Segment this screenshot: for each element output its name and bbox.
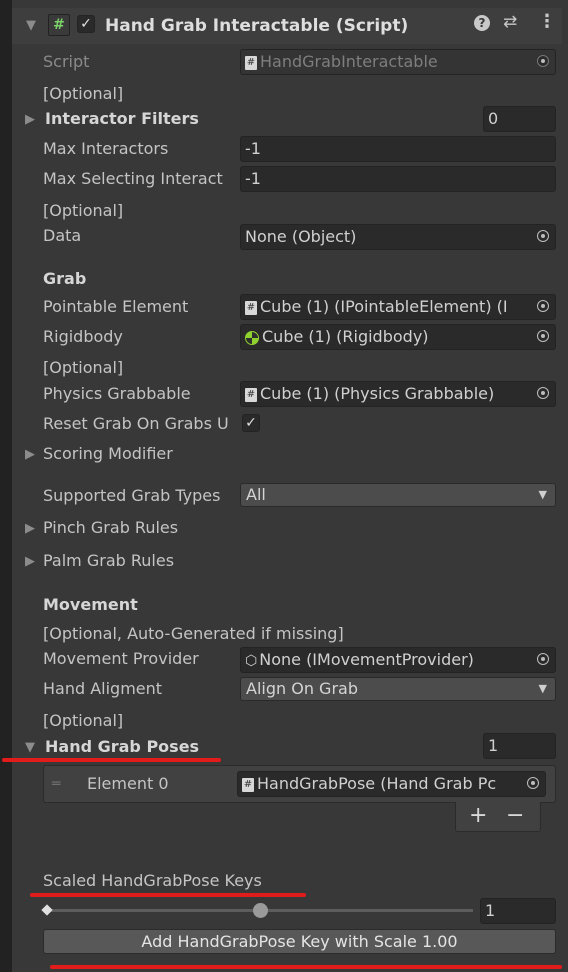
optional-label: [Optional] [43,358,124,377]
left-gutter [0,0,12,972]
scoring-modifier-label[interactable]: Scoring Modifier [43,444,173,463]
pinch-grab-rules-label[interactable]: Pinch Grab Rules [43,518,178,537]
remove-element-button[interactable]: − [506,803,524,828]
object-picker-icon[interactable] [537,230,549,242]
reset-grab-checkbox[interactable]: ✓ [242,414,260,432]
script-file-icon: # [242,777,254,792]
scale-value-field[interactable]: 1 [480,898,556,924]
pointable-element-value: Cube (1) (IPointableElement) (I [260,297,508,316]
optional-auto-label: [Optional, Auto-Generated if missing] [43,624,344,643]
movement-provider-label: Movement Provider [43,649,199,668]
max-interactors-field[interactable]: -1 [240,136,556,162]
supported-grab-types-dropdown[interactable]: All ▼ [240,483,556,507]
rigidbody-field[interactable]: Cube (1) (Rigidbody) [240,324,556,350]
foldout-arrow-icon[interactable]: ▶ [25,112,35,127]
grab-header: Grab [43,269,87,288]
data-value: None (Object) [245,227,357,246]
help-icon[interactable]: ? [474,15,490,31]
add-element-button[interactable]: + [469,803,487,828]
annotation-underline [2,758,221,762]
presets-icon[interactable]: ⇄ [503,12,517,32]
object-picker-icon[interactable] [537,653,549,665]
object-picker-icon[interactable] [537,387,549,399]
cube-icon: ⬡ [245,652,258,669]
kebab-menu-icon[interactable]: ⋮ [538,11,556,32]
foldout-arrow-icon[interactable]: ▶ [25,554,35,569]
element-0-label: Element 0 [87,774,169,793]
script-file-icon: # [245,300,257,315]
foldout-arrow-icon[interactable]: ▼ [26,18,36,33]
foldout-open-arrow-icon[interactable]: ▼ [25,740,35,755]
optional-label: [Optional] [43,84,124,103]
object-picker-icon[interactable] [527,777,539,789]
object-picker-icon[interactable] [537,330,549,342]
interactor-filters-label[interactable]: Interactor Filters [45,109,199,128]
script-icon: # [48,14,70,36]
hand-aligment-dropdown[interactable]: Align On Grab ▼ [240,677,556,701]
annotation-underline [30,893,306,897]
supported-grab-types-label: Supported Grab Types [43,486,221,505]
pointable-element-field[interactable]: # Cube (1) (IPointableElement) (I [240,294,556,320]
movement-provider-value: None (IMovementProvider) [259,650,474,669]
max-interactors-label: Max Interactors [43,139,169,158]
add-key-button[interactable]: Add HandGrabPose Key with Scale 1.00 [43,929,556,954]
foldout-arrow-icon[interactable]: ▶ [25,447,35,462]
max-selecting-field[interactable]: -1 [240,166,556,192]
physics-grabbable-label: Physics Grabbable [43,384,191,403]
physics-grabbable-value: Cube (1) (Physics Grabbable) [260,384,495,403]
element-0-value: HandGrabPose (Hand Grab Pc [257,774,497,793]
script-value: HandGrabInteractable [260,52,438,71]
scaled-keys-label: Scaled HandGrabPose Keys [43,871,262,890]
hand-aligment-label: Hand Aligment [43,679,163,698]
foldout-arrow-icon[interactable]: ▶ [25,521,35,536]
reset-grab-label: Reset Grab On Grabs U [43,414,229,433]
component-title: Hand Grab Interactable (Script) [105,16,409,36]
movement-header: Movement [43,595,138,614]
chevron-down-icon: ▼ [538,682,547,695]
physics-grabbable-field[interactable]: # Cube (1) (Physics Grabbable) [240,381,556,407]
object-picker-icon[interactable] [537,300,549,312]
script-file-icon: # [245,387,257,402]
script-field[interactable]: # HandGrabInteractable [240,49,556,75]
script-file-icon: # [245,55,257,70]
hand-grab-poses-label[interactable]: Hand Grab Poses [45,737,199,756]
data-label: Data [43,226,82,245]
rigidbody-icon [245,330,259,345]
annotation-underline [50,965,562,969]
list-footer [455,802,541,832]
hand-aligment-value: Align On Grab [246,679,358,698]
component-enabled-checkbox[interactable]: ✓ [77,15,95,33]
element-0-field[interactable]: # HandGrabPose (Hand Grab Pc [237,771,546,797]
movement-provider-field[interactable]: ⬡ None (IMovementProvider) [240,647,556,673]
object-picker-icon[interactable] [537,55,549,67]
script-label: Script [43,52,90,71]
supported-grab-types-value: All [246,485,266,504]
slider-thumb[interactable] [253,903,268,918]
palm-grab-rules-label[interactable]: Palm Grab Rules [43,551,174,570]
max-selecting-label: Max Selecting Interact [43,169,223,188]
interactor-filters-count[interactable]: 0 [483,106,556,132]
optional-label: [Optional] [43,201,124,220]
drag-handle-icon[interactable]: ═ [52,776,60,792]
rigidbody-label: Rigidbody [43,327,123,346]
optional-label: [Optional] [43,711,124,730]
rigidbody-value: Cube (1) (Rigidbody) [262,327,429,346]
pointable-element-label: Pointable Element [43,297,189,316]
chevron-down-icon: ▼ [538,488,547,501]
data-field[interactable]: None (Object) [240,224,556,250]
hand-grab-poses-count[interactable]: 1 [483,733,556,759]
